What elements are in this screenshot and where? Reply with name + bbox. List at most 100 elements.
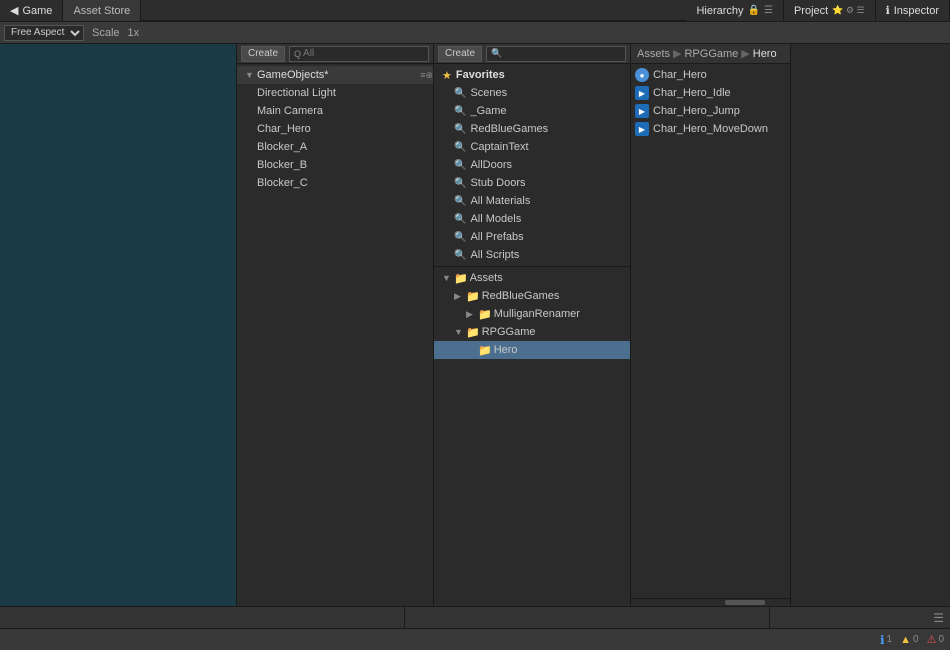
project-search-input[interactable]	[504, 48, 621, 59]
label-gameobjects: GameObjects*	[257, 69, 329, 81]
assets-redblue[interactable]: ▶ 📁 RedBlueGames	[434, 287, 630, 305]
fav-allmodels[interactable]: 🔍 All Models	[434, 210, 630, 228]
char-hero-movedown-icon: ▶	[635, 122, 649, 136]
hierarchy-item-char-hero[interactable]: Char_Hero	[237, 120, 433, 138]
fav-scenes[interactable]: 🔍 Scenes	[434, 84, 630, 102]
asset-browser: Assets ▶ RPGGame ▶ Hero ● Char_Hero ▶ Ch…	[631, 44, 791, 606]
project-icons: ⭐ ⚙ ☰	[832, 5, 864, 16]
favorites-label: Favorites	[456, 69, 505, 81]
hierarchy-item-directional-light[interactable]: Directional Light	[237, 84, 433, 102]
fav-allscripts[interactable]: 🔍 All Scripts	[434, 246, 630, 264]
assets-label: Assets	[470, 272, 503, 284]
tab-project[interactable]: Project ⭐ ⚙ ☰	[784, 0, 876, 21]
fav-stubdoors-label: Stub Doors	[470, 177, 525, 189]
hierarchy-item-blocker-a[interactable]: Blocker_A	[237, 138, 433, 156]
viewport-toolbar: Free Aspect Scale 1x	[0, 22, 950, 44]
asset-file-char-hero-movedown[interactable]: ▶ Char_Hero_MoveDown	[631, 120, 790, 138]
rpggame-folder-icon: 📁	[466, 326, 480, 339]
tab-inspector[interactable]: ℹ Inspector	[876, 0, 950, 21]
aspect-select[interactable]: Free Aspect	[4, 25, 84, 41]
search-allscripts-icon: 🔍	[454, 250, 466, 261]
tab-asset-store[interactable]: Asset Store	[63, 0, 141, 21]
hierarchy-search-input[interactable]	[303, 48, 424, 59]
assets-rpggame[interactable]: ▼ 📁 RPGGame	[434, 323, 630, 341]
breadcrumb-sep1: ▶	[673, 47, 681, 60]
hierarchy-options-icon: ≡⊕	[420, 70, 433, 81]
fav-allmodels-label: All Models	[470, 213, 521, 225]
divider	[434, 266, 630, 267]
hierarchy-menu-icon: ☰	[764, 5, 773, 16]
search-game-icon: 🔍	[454, 106, 466, 117]
project-create-button[interactable]: Create	[438, 46, 482, 62]
label-blocker-a: Blocker_A	[257, 141, 307, 153]
arrow-gameobjects: ▼	[245, 70, 255, 80]
hierarchy-item-blocker-c[interactable]: Blocker_C	[237, 174, 433, 192]
hierarchy-item-blocker-b[interactable]: Blocker_B	[237, 156, 433, 174]
fav-stubdoors[interactable]: 🔍 Stub Doors	[434, 174, 630, 192]
project-search-box[interactable]: 🔍	[486, 46, 626, 62]
bottom-game-area	[0, 607, 405, 628]
bottom-hierarchy-area	[405, 607, 770, 628]
hero-label: Hero	[494, 344, 518, 356]
assets-mulligan[interactable]: ▶ 📁 MulliganRenamer	[434, 305, 630, 323]
info-icon: ℹ	[880, 633, 885, 647]
inspector-panel	[791, 44, 950, 606]
hierarchy-create-button[interactable]: Create	[241, 46, 285, 62]
char-hero-jump-label: Char_Hero_Jump	[653, 105, 740, 117]
tab-game[interactable]: ◀ Game	[0, 0, 63, 21]
game-icon: ◀	[10, 4, 18, 17]
hierarchy-item-gameobjects[interactable]: ▼ GameObjects* ≡⊕	[237, 66, 433, 84]
status-warn: ▲ 0	[900, 634, 918, 646]
scrollbar-thumb[interactable]	[725, 600, 765, 605]
char-hero-jump-icon: ▶	[635, 104, 649, 118]
error-icon: ⚠	[927, 633, 937, 646]
search-scenes-icon: 🔍	[454, 88, 466, 99]
hierarchy-content: ▼ GameObjects* ≡⊕ Directional Light Main…	[237, 64, 433, 606]
asset-file-char-hero[interactable]: ● Char_Hero	[631, 66, 790, 84]
label-blocker-b: Blocker_B	[257, 159, 307, 171]
project-content: ★ Favorites 🔍 Scenes 🔍 _Game 🔍 RedBlueGa…	[434, 64, 630, 606]
label-blocker-c: Blocker_C	[257, 177, 308, 189]
asset-file-char-hero-jump[interactable]: ▶ Char_Hero_Jump	[631, 102, 790, 120]
favorites-header[interactable]: ★ Favorites	[434, 66, 630, 84]
warn-icon: ▲	[900, 634, 911, 646]
fav-allmaterials-label: All Materials	[470, 195, 530, 207]
assets-hero[interactable]: 📁 Hero	[434, 341, 630, 359]
fav-allmaterials[interactable]: 🔍 All Materials	[434, 192, 630, 210]
fav-alldoors[interactable]: 🔍 AllDoors	[434, 156, 630, 174]
hierarchy-item-main-camera[interactable]: Main Camera	[237, 102, 433, 120]
project-search-icon: 🔍	[491, 48, 502, 59]
fav-allprefabs[interactable]: 🔍 All Prefabs	[434, 228, 630, 246]
fav-game[interactable]: 🔍 _Game	[434, 102, 630, 120]
top-tab-bar: ◀ Game Asset Store Hierarchy 🔒 ☰ Project…	[0, 0, 950, 22]
tab-asset-store-label: Asset Store	[73, 5, 130, 17]
horizontal-scrollbar[interactable]	[631, 598, 790, 606]
error-count: 0	[938, 634, 944, 645]
inspector-icon: ℹ	[886, 4, 890, 17]
breadcrumb: Assets ▶ RPGGame ▶ Hero	[631, 44, 790, 64]
game-viewport	[0, 44, 237, 606]
fav-captaintext[interactable]: 🔍 CaptainText	[434, 138, 630, 156]
fav-redblue[interactable]: 🔍 RedBlueGames	[434, 120, 630, 138]
warn-count: 0	[913, 634, 919, 645]
tab-game-label: Game	[22, 5, 52, 17]
label-main-camera: Main Camera	[257, 105, 323, 117]
char-hero-movedown-label: Char_Hero_MoveDown	[653, 123, 768, 135]
breadcrumb-assets: Assets	[637, 48, 670, 60]
hierarchy-panel: Create Q ▼ GameObjects* ≡⊕ Directional L…	[237, 44, 434, 606]
char-hero-file-label: Char_Hero	[653, 69, 707, 81]
search-icon: Q	[294, 49, 301, 59]
asset-file-char-hero-idle[interactable]: ▶ Char_Hero_Idle	[631, 84, 790, 102]
status-error: ⚠ 0	[927, 633, 944, 646]
fav-scenes-label: Scenes	[470, 87, 507, 99]
tab-hierarchy[interactable]: Hierarchy 🔒 ☰	[686, 0, 784, 21]
tab-inspector-label: Inspector	[894, 5, 939, 17]
tab-project-label: Project	[794, 5, 828, 17]
hierarchy-search-box[interactable]: Q	[289, 46, 429, 62]
rpggame-label: RPGGame	[482, 326, 536, 338]
fav-allscripts-label: All Scripts	[470, 249, 519, 261]
assets-folder-icon: 📁	[454, 272, 468, 285]
search-redblue-icon: 🔍	[454, 124, 466, 135]
assets-root[interactable]: ▼ 📁 Assets	[434, 269, 630, 287]
fav-allprefabs-label: All Prefabs	[470, 231, 523, 243]
